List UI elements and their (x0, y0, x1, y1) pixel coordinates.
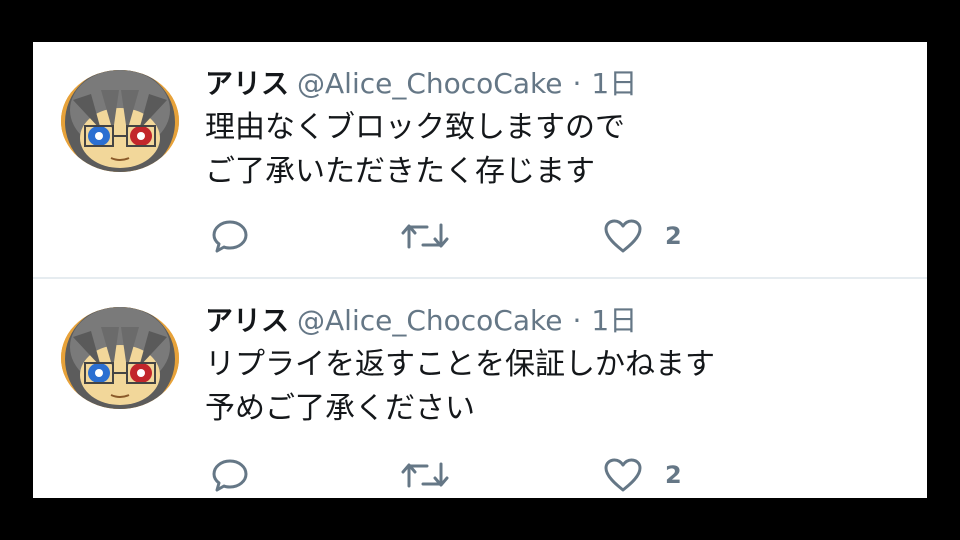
tweet-text: 理由なくブロック致しますので ご了承いただきたく存じます (205, 106, 625, 194)
user-handle[interactable]: @Alice_ChocoCake (297, 304, 562, 337)
user-handle[interactable]: @Alice_ChocoCake (297, 67, 562, 100)
like-button[interactable]: 2 (603, 455, 682, 495)
tweet-header: アリス @Alice_ChocoCake · 1日 (205, 301, 637, 341)
avatar-image (61, 307, 179, 409)
avatar[interactable] (61, 307, 179, 409)
tweet[interactable]: アリス @Alice_ChocoCake · 1日 理由なくブロック致しますので ご了… (33, 42, 927, 279)
reply-button[interactable] (211, 216, 249, 256)
like-count: 2 (665, 461, 682, 489)
retweet-icon (401, 462, 449, 488)
tweet-text-line: 理由なくブロック致しますので (205, 110, 625, 145)
timestamp[interactable]: 1日 (591, 304, 637, 337)
reply-icon (212, 459, 248, 492)
retweet-icon (401, 223, 449, 249)
retweet-button[interactable] (401, 216, 449, 256)
tweet-header: アリス @Alice_ChocoCake · 1日 (205, 64, 637, 104)
reply-button[interactable] (211, 455, 249, 495)
separator-dot: · (572, 304, 582, 337)
avatar-image (61, 70, 179, 172)
tweet-text-line: 予めご了承ください (205, 391, 475, 426)
tweet-text: リプライを返すことを保証しかねます 予めご了承ください (205, 343, 715, 431)
like-button[interactable]: 2 (603, 216, 682, 256)
separator-dot: · (572, 67, 582, 100)
display-name[interactable]: アリス (205, 304, 289, 337)
reply-icon (212, 220, 248, 253)
tweet-text-line: リプライを返すことを保証しかねます (205, 347, 715, 382)
avatar[interactable] (61, 70, 179, 172)
timeline-panel: アリス @Alice_ChocoCake · 1日 理由なくブロック致しますので ご了… (33, 42, 927, 498)
tweet[interactable]: アリス @Alice_ChocoCake · 1日 リプライを返すことを保証しかねます… (33, 279, 927, 498)
tweet-text-line: ご了承いただきたく存じます (205, 154, 595, 189)
retweet-button[interactable] (401, 455, 449, 495)
tweet-actions: 2 (211, 455, 731, 495)
heart-icon (604, 458, 642, 492)
tweet-actions: 2 (211, 216, 731, 256)
like-count: 2 (665, 222, 682, 250)
timestamp[interactable]: 1日 (591, 67, 637, 100)
display-name[interactable]: アリス (205, 67, 289, 100)
heart-icon (604, 219, 642, 253)
